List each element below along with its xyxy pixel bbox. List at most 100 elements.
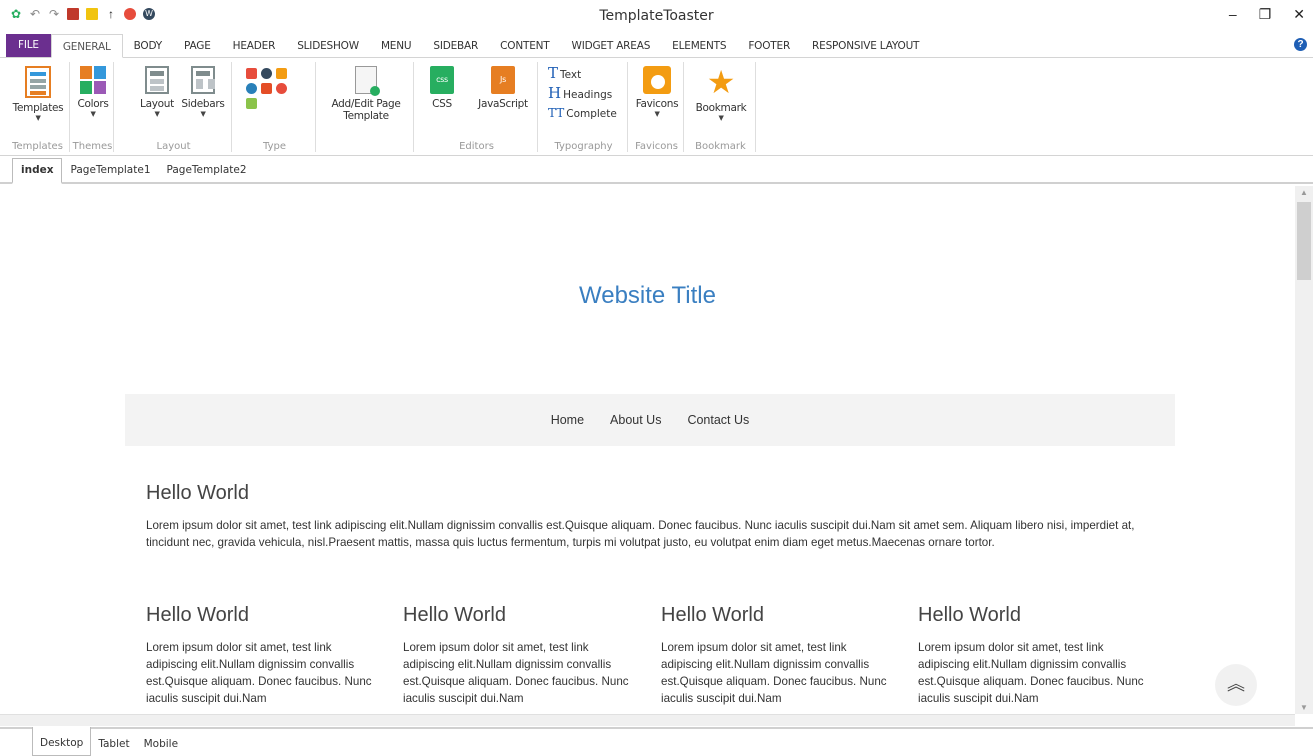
tab-widget-areas[interactable]: WIDGET AREAS	[561, 34, 662, 57]
tab-page[interactable]: PAGE	[173, 34, 222, 57]
main-heading: Hello World	[146, 482, 249, 504]
css-label: CSS	[432, 98, 452, 110]
group-label: Editors	[459, 141, 494, 152]
add-edit-page-template-button[interactable]: Add/Edit Page Template	[322, 66, 410, 122]
sidebars-button[interactable]: Sidebars ▼	[178, 66, 228, 119]
site-navbar: Home About Us Contact Us	[125, 394, 1175, 446]
device-tab-bar: Desktop Tablet Mobile	[0, 727, 1313, 756]
colors-icon	[80, 66, 106, 94]
app-title: TemplateToaster	[599, 8, 714, 24]
favicons-label: Favicons	[635, 98, 679, 110]
layout-label: Layout	[140, 98, 174, 110]
joomla-icon[interactable]	[246, 68, 257, 79]
favicons-button[interactable]: Favicons ▼	[634, 66, 680, 119]
chevron-down-icon: ▼	[654, 110, 660, 118]
headings-button[interactable]: H Headings	[548, 84, 617, 104]
tab-elements[interactable]: ELEMENTS	[661, 34, 737, 57]
column-heading: Hello World	[403, 604, 506, 626]
magento-icon[interactable]	[276, 83, 287, 94]
page-tab-bar: index PageTemplate1 PageTemplate2	[0, 158, 1313, 184]
group-label: Type	[263, 141, 286, 152]
tab-menu[interactable]: MENU	[370, 34, 422, 57]
text-icon: T	[548, 64, 559, 82]
text-label: Text	[560, 69, 582, 81]
page-tab-index[interactable]: index	[12, 158, 63, 184]
column-heading: Hello World	[661, 604, 764, 626]
column-heading: Hello World	[146, 604, 249, 626]
ribbon-panel: Templates ▼ Templates Colors ▼ Themes La…	[0, 58, 1313, 156]
scroll-up-arrow-icon[interactable]: ▲	[1295, 188, 1313, 197]
group-templates: Templates ▼ Templates	[6, 62, 70, 152]
double-chevron-up-icon: ︽	[1227, 674, 1245, 694]
tab-general[interactable]: GENERAL	[50, 34, 123, 58]
nav-home[interactable]: Home	[551, 413, 584, 427]
tab-file[interactable]: FILE	[6, 34, 51, 57]
typography-buttons: T Text H Headings TT Complete	[548, 64, 617, 123]
bookmark-button[interactable]: ★ Bookmark ▼	[690, 66, 752, 123]
ribbon-tab-bar: FILE GENERAL BODY PAGE HEADER SLIDESHOW …	[0, 34, 1313, 58]
help-icon[interactable]: ?	[1294, 38, 1307, 51]
javascript-button[interactable]: Js JavaScript	[472, 66, 534, 110]
html5-icon[interactable]	[261, 83, 272, 94]
main-paragraph: Lorem ipsum dolor sit amet, test link ad…	[146, 519, 1135, 549]
css-icon: css	[430, 66, 454, 94]
colors-label: Colors	[77, 98, 109, 110]
cms-type-icons	[246, 68, 298, 109]
tab-responsive-layout[interactable]: RESPONSIVE LAYOUT	[801, 34, 930, 57]
scrollbar-thumb[interactable]	[1297, 202, 1311, 280]
tab-body[interactable]: BODY	[123, 34, 173, 57]
close-icon[interactable]: ✕	[1293, 6, 1305, 23]
group-editors: css CSS Js JavaScript Editors	[416, 62, 538, 152]
tab-content[interactable]: CONTENT	[489, 34, 560, 57]
layout-button[interactable]: Layout ▼	[138, 66, 176, 119]
tab-footer[interactable]: FOOTER	[737, 34, 801, 57]
website-title[interactable]: Website Title	[0, 282, 1295, 310]
templates-label: Templates	[12, 102, 64, 114]
title-bar: ✿ ↶ ↷ ↑ W TemplateToaster ‒ ❐ ✕	[0, 0, 1313, 30]
group-label: Layout	[156, 141, 191, 152]
device-tab-mobile[interactable]: Mobile	[137, 729, 185, 756]
star-icon: ★	[706, 63, 736, 101]
chevron-down-icon: ▼	[718, 114, 724, 122]
tab-sidebar[interactable]: SIDEBAR	[422, 34, 489, 57]
tab-slideshow[interactable]: SLIDESHOW	[286, 34, 370, 57]
restore-icon[interactable]: ❐	[1259, 6, 1272, 23]
group-label: Themes	[72, 141, 113, 152]
javascript-icon: Js	[491, 66, 515, 94]
nav-contact-us[interactable]: Contact Us	[687, 413, 749, 427]
content-column: Hello World Lorem ipsum dolor sit amet, …	[403, 604, 635, 707]
vertical-scrollbar[interactable]: ▲ ▼	[1295, 186, 1313, 714]
complete-button[interactable]: TT Complete	[548, 104, 617, 123]
page-tab-pagetemplate2[interactable]: PageTemplate2	[159, 164, 255, 182]
blogger-icon[interactable]	[276, 68, 287, 79]
tab-header[interactable]: HEADER	[222, 34, 287, 57]
opencart-icon[interactable]	[246, 98, 257, 109]
drupal-icon[interactable]	[246, 83, 257, 94]
nav-about-us[interactable]: About Us	[610, 413, 661, 427]
css-button[interactable]: css CSS	[422, 66, 462, 110]
device-tab-desktop[interactable]: Desktop	[32, 727, 92, 756]
minimize-icon[interactable]: ‒	[1229, 6, 1237, 23]
scroll-to-top-button[interactable]: ︽	[1215, 664, 1257, 706]
layout-icon	[145, 66, 169, 94]
colors-button[interactable]: Colors ▼	[74, 66, 112, 119]
group-page: Add/Edit Page Template	[318, 62, 414, 152]
group-label: Typography	[554, 141, 613, 152]
scroll-down-arrow-icon[interactable]: ▼	[1295, 703, 1313, 712]
complete-icon: TT	[548, 106, 565, 120]
horizontal-scrollbar[interactable]	[0, 714, 1295, 726]
chevron-down-icon: ▼	[154, 110, 160, 118]
page-template-icon	[355, 66, 380, 96]
page-tab-pagetemplate1[interactable]: PageTemplate1	[62, 164, 158, 182]
group-layout: Layout ▼ Sidebars ▼ Layout	[116, 62, 232, 152]
templates-button[interactable]: Templates ▼	[10, 66, 66, 123]
group-bookmark: ★ Bookmark ▼ Bookmark	[686, 62, 756, 152]
design-canvas: Website Title Home About Us Contact Us H…	[0, 186, 1295, 714]
content-column: Hello World Lorem ipsum dolor sit amet, …	[661, 604, 893, 707]
text-button[interactable]: T Text	[548, 64, 617, 84]
wordpress-icon[interactable]	[261, 68, 272, 79]
column-heading: Hello World	[918, 604, 1021, 626]
device-tab-tablet[interactable]: Tablet	[91, 729, 136, 756]
chevron-down-icon: ▼	[200, 110, 206, 118]
headings-icon: H	[548, 84, 562, 102]
